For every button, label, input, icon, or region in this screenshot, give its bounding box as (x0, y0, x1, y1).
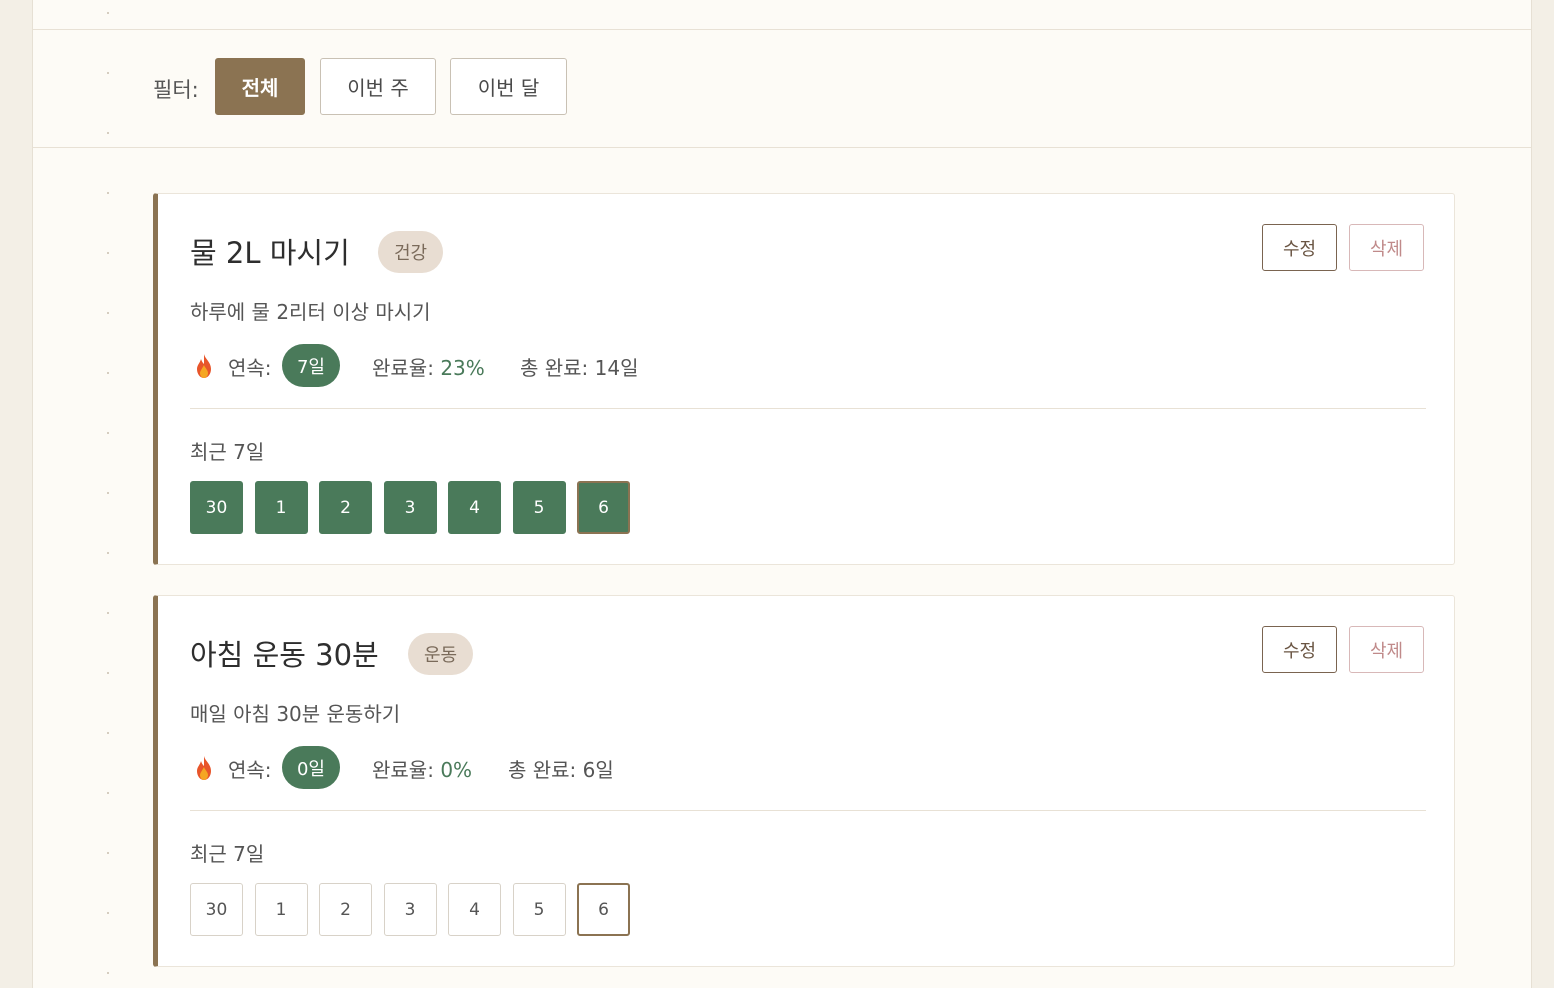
decorative-dot (107, 732, 109, 734)
habit-title: 아침 운동 30분 (190, 638, 379, 672)
stats-row: 연속: 0일 완료율: 0% 총 완료: 6일 (190, 746, 1090, 789)
filter-label: 필터: (153, 78, 199, 102)
edit-button[interactable]: 수정 (1262, 224, 1337, 271)
completion-label: 완료율: (372, 356, 434, 380)
day-box[interactable]: 1 (254, 883, 308, 936)
day-box[interactable]: 4 (448, 481, 501, 534)
completion-rate: 완료율: 23% (372, 352, 485, 381)
fire-icon (197, 354, 211, 378)
category-badge: 운동 (408, 633, 474, 675)
total-value: 6일 (582, 758, 614, 782)
decorative-dot (107, 912, 109, 914)
decorative-dot (107, 432, 109, 434)
decorative-dot (107, 492, 109, 494)
day-box[interactable]: 30 (190, 883, 243, 936)
decorative-dot (107, 12, 109, 14)
decorative-dot (107, 252, 109, 254)
habit-description: 매일 아침 30분 운동하기 (190, 702, 401, 726)
habit-card: 아침 운동 30분 운동 수정 삭제 매일 아침 30분 운동하기 연속: 0일… (153, 595, 1455, 967)
filter-this-month-button[interactable]: 이번 달 (450, 58, 567, 115)
completion-value: 23% (440, 356, 485, 380)
streak-label: 연속: (228, 356, 272, 380)
day-box[interactable]: 2 (319, 481, 372, 534)
page-container: 필터: 전체 이번 주 이번 달 물 2L 마시기 건강 수정 삭제 하루에 물… (32, 0, 1532, 988)
filter-this-week-button[interactable]: 이번 주 (320, 58, 436, 115)
completion-value: 0% (440, 758, 473, 782)
habit-card: 물 2L 마시기 건강 수정 삭제 하루에 물 2리터 이상 마시기 연속: 7… (153, 193, 1455, 565)
day-box[interactable]: 2 (319, 883, 372, 936)
card-divider (190, 408, 1426, 409)
category-badge: 건강 (378, 231, 444, 273)
total-label: 총 완료: (520, 356, 589, 380)
total-value: 14일 (594, 356, 639, 380)
decorative-dot (107, 852, 109, 854)
day-box[interactable]: 3 (383, 883, 437, 936)
completion-label: 완료율: (372, 758, 434, 782)
decorative-dot (107, 672, 109, 674)
recent-days-grid: 30 1 2 3 4 5 6 (190, 481, 690, 534)
delete-button[interactable]: 삭제 (1349, 224, 1424, 271)
decorative-dot (107, 792, 109, 794)
streak-label: 연속: (228, 758, 272, 782)
day-box[interactable]: 4 (448, 883, 501, 936)
edit-button[interactable]: 수정 (1262, 626, 1337, 673)
day-box[interactable]: 30 (190, 481, 243, 534)
habit-title: 물 2L 마시기 (190, 236, 350, 270)
decorative-dot (107, 312, 109, 314)
delete-button[interactable]: 삭제 (1349, 626, 1424, 673)
filter-bar: 필터: 전체 이번 주 이번 달 (33, 30, 1531, 148)
total-label: 총 완료: (508, 758, 577, 782)
total-completed: 총 완료: 14일 (520, 352, 639, 381)
total-completed: 총 완료: 6일 (508, 754, 614, 783)
completion-rate: 완료율: 0% (372, 754, 472, 783)
recent-days-label: 최근 7일 (190, 842, 265, 866)
day-box[interactable]: 5 (512, 481, 566, 534)
stats-row: 연속: 7일 완료율: 23% 총 완료: 14일 (190, 344, 1090, 387)
day-box-today[interactable]: 6 (577, 481, 630, 534)
day-box[interactable]: 3 (383, 481, 437, 534)
decorative-dot (107, 552, 109, 554)
filter-all-button[interactable]: 전체 (215, 58, 305, 115)
recent-days-label: 최근 7일 (190, 440, 265, 464)
decorative-dots (107, 0, 111, 988)
decorative-dot (107, 372, 109, 374)
decorative-dot (107, 612, 109, 614)
day-box-today[interactable]: 6 (577, 883, 630, 936)
decorative-dot (107, 972, 109, 974)
recent-days-grid: 30 1 2 3 4 5 6 (190, 883, 690, 936)
card-divider (190, 810, 1426, 811)
fire-icon (197, 756, 211, 780)
day-box[interactable]: 1 (254, 481, 308, 534)
streak-badge: 7일 (282, 344, 340, 387)
streak-badge: 0일 (282, 746, 340, 789)
decorative-dot (107, 192, 109, 194)
day-box[interactable]: 5 (512, 883, 566, 936)
habit-description: 하루에 물 2리터 이상 마시기 (190, 300, 431, 324)
